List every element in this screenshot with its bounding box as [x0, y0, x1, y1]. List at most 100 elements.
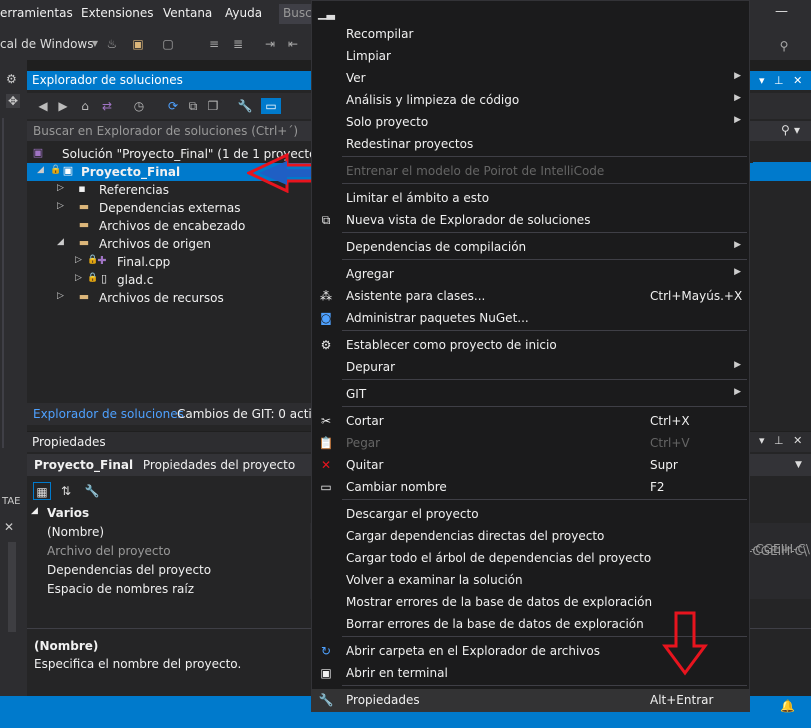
expand-arrow-icon[interactable]: ▷ [75, 255, 82, 265]
menu-extensiones[interactable]: Extensiones [81, 6, 154, 20]
paste-icon: 📋 [318, 436, 334, 450]
uncomment-icon[interactable]: ≣ [230, 36, 246, 52]
collapse-all-icon[interactable]: ⧉ [185, 98, 201, 114]
close-icon[interactable]: ✕ [4, 520, 14, 534]
dropdown-icon[interactable]: ▾ [759, 74, 765, 87]
expand-arrow-icon[interactable]: ▷ [57, 201, 64, 211]
search-options[interactable]: ⚲ ▾ [751, 121, 811, 139]
menu-item-nueva-vista[interactable]: ⧉ Nueva vista de Explorador de soluciones [312, 209, 749, 231]
show-all-files-icon[interactable]: ❐ [205, 98, 221, 114]
selection-highlight-tail [753, 162, 811, 178]
back-icon[interactable]: ◀ [35, 98, 51, 114]
debugger-target-dropdown[interactable]: cal de Windows [0, 37, 93, 51]
menu-ventana[interactable]: Ventana [163, 6, 212, 20]
build-icon: ▁▃ [318, 7, 335, 20]
tab-solution-explorer[interactable]: Explorador de soluciones [33, 407, 184, 421]
submenu-arrow-icon: ▶ [734, 93, 741, 103]
menu-item-limpiar[interactable]: Limpiar [312, 45, 749, 67]
object-dropdown[interactable]: ▼ [751, 456, 811, 476]
pin-icon[interactable]: ⊥ [774, 434, 784, 447]
collapse-arrow-icon[interactable]: ◢ [57, 237, 64, 247]
menu-item-ver[interactable]: Ver ▶ [312, 67, 749, 89]
menu-item-depurar[interactable]: Depurar ▶ [312, 356, 749, 378]
pin-icon[interactable]: ⊥ [774, 74, 784, 87]
menu-item-cortar[interactable]: ✂ Cortar Ctrl+X [312, 410, 749, 432]
collapse-arrow-icon[interactable]: ◢ [31, 506, 38, 516]
close-icon[interactable]: ✕ [793, 74, 802, 87]
home-icon[interactable]: ⌂ [77, 98, 93, 114]
c-file-icon: ▯ [100, 272, 108, 285]
menu-item-cambiar-nombre[interactable]: ▭ Cambiar nombre F2 [312, 476, 749, 498]
menu-separator [342, 379, 747, 380]
menu-item-redestinar[interactable]: Redestinar proyectos [312, 133, 749, 155]
menu-item-cargar-dependencias[interactable]: Cargar dependencias directas del proyect… [312, 525, 749, 547]
expand-arrow-icon[interactable]: ▷ [57, 183, 64, 193]
menu-item-nuget[interactable]: ◙ Administrar paquetes NuGet... [312, 307, 749, 329]
history-icon[interactable]: ◷ [131, 98, 147, 114]
live-share-icon[interactable]: ⚲ [776, 38, 792, 54]
menu-item-pegar[interactable]: 📋 Pegar Ctrl+V [312, 432, 749, 454]
menu-herramientas[interactable]: erramientas [0, 6, 73, 20]
scissors-icon: ✂ [320, 414, 332, 428]
properties-title-controls: ▾ ⊥ ✕ [753, 434, 811, 450]
menu-item-propiedades[interactable]: 🔧 Propiedades Alt+Entrar [312, 689, 749, 711]
preview-icon[interactable]: ▭ [261, 98, 281, 114]
menu-ayuda[interactable]: Ayuda [225, 6, 262, 20]
description-title: (Nombre) [34, 639, 99, 653]
class-wizard-icon: ⁂ [320, 289, 332, 303]
indent-icon[interactable]: ⇥ [262, 36, 278, 52]
submenu-arrow-icon: ▶ [734, 360, 741, 370]
fire-icon[interactable]: ♨ [104, 36, 120, 52]
menu-item-git[interactable]: GIT ▶ [312, 383, 749, 405]
menu-item-dependencias-compilacion[interactable]: Dependencias de compilación ▶ [312, 236, 749, 258]
menu-item-quitar[interactable]: ✕ Quitar Supr [312, 454, 749, 476]
references-icon: ▪ [78, 182, 86, 195]
menu-item-recompilar[interactable]: Recompilar [312, 23, 749, 45]
gear-icon[interactable]: ⚙ [6, 72, 17, 86]
menu-separator [342, 499, 747, 500]
sync-icon[interactable]: ⟳ [165, 98, 181, 114]
menu-item-proyecto-inicio[interactable]: ⚙ Establecer como proyecto de inicio [312, 334, 749, 356]
menu-item-reexaminar[interactable]: Volver a examinar la solución [312, 569, 749, 591]
comment-icon[interactable]: ≡ [206, 36, 222, 52]
categorized-icon[interactable]: ▦ [33, 482, 51, 500]
menu-item-limitar-ambito[interactable]: Limitar el ámbito a esto [312, 187, 749, 209]
tab-git-changes[interactable]: Cambios de GIT: 0 activo( [177, 407, 331, 421]
left-strip-tab[interactable]: TAE [2, 496, 21, 507]
rename-icon: ▭ [320, 480, 332, 494]
search-box[interactable]: Busc [279, 4, 313, 24]
forward-icon[interactable]: ▶ [55, 98, 71, 114]
drag-handle-icon[interactable]: ✥ [6, 94, 20, 108]
menu-item-descargar-proyecto[interactable]: Descargar el proyecto [312, 503, 749, 525]
left-scrollbar[interactable] [2, 118, 22, 448]
menu-item-solo-proyecto[interactable]: Solo proyecto ▶ [312, 111, 749, 133]
minimize-button[interactable]: — [775, 4, 788, 19]
expand-arrow-icon[interactable]: ▷ [75, 273, 82, 283]
annotation-arrow-down [662, 611, 708, 676]
filter-folder-icon: ▬ [78, 200, 90, 213]
left-lower-scrollbar[interactable] [8, 542, 16, 632]
folder-icon[interactable]: ▣ [130, 36, 146, 52]
chevron-down-icon[interactable]: ▼ [87, 36, 103, 52]
wrench-icon[interactable]: 🔧 [237, 98, 253, 114]
submenu-arrow-icon: ▶ [734, 267, 741, 277]
menu-separator [342, 259, 747, 260]
lock-icon: 🔒 [50, 165, 62, 175]
collapse-arrow-icon[interactable]: ◢ [37, 165, 44, 175]
menu-item-asistente-clases[interactable]: ⁂ Asistente para clases... Ctrl+Mayús.+X [312, 285, 749, 307]
window-icon[interactable]: ▢ [160, 36, 176, 52]
wrench-icon: 🔧 [318, 693, 334, 707]
remove-icon: ✕ [320, 458, 332, 472]
menu-item-intellicode[interactable]: Entrenar el modelo de Poirot de IntelliC… [312, 160, 749, 182]
expand-arrow-icon[interactable]: ▷ [57, 291, 64, 301]
property-pages-icon[interactable]: 🔧 [83, 482, 101, 500]
dropdown-icon[interactable]: ▾ [759, 434, 765, 447]
notifications-icon[interactable]: 🔔 [780, 699, 795, 713]
outdent-icon[interactable]: ⇤ [285, 36, 301, 52]
menu-item-agregar[interactable]: Agregar ▶ [312, 263, 749, 285]
menu-item-analisis[interactable]: Análisis y limpieza de código ▶ [312, 89, 749, 111]
alphabetical-icon[interactable]: ⇅ [57, 482, 75, 500]
switch-views-icon[interactable]: ⇄ [99, 98, 115, 114]
close-icon[interactable]: ✕ [793, 434, 802, 447]
menu-item-cargar-arbol[interactable]: Cargar todo el árbol de dependencias del… [312, 547, 749, 569]
